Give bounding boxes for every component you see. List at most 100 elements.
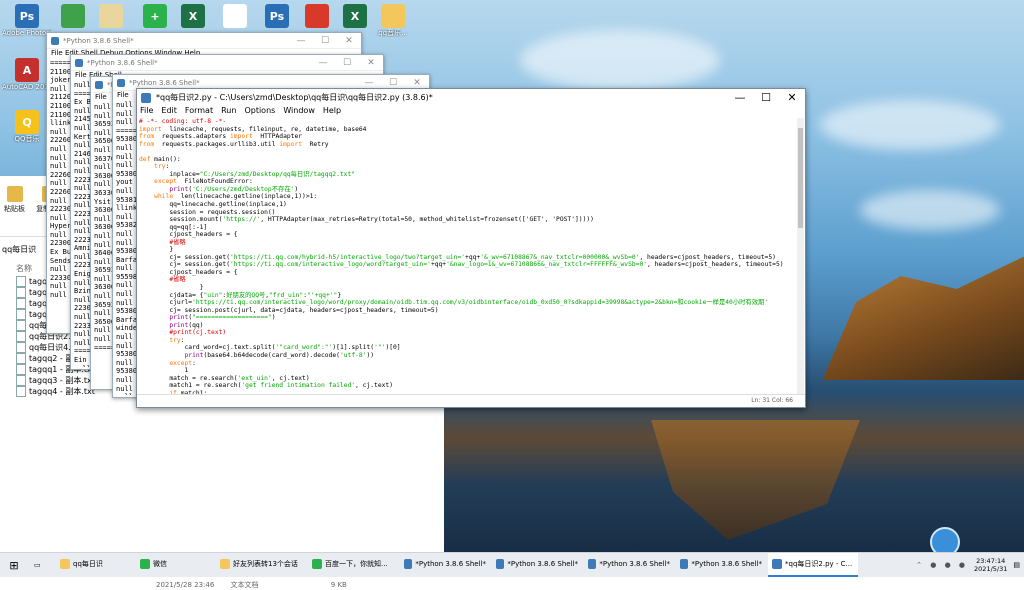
file-name: tagqq3 - 副本.txt	[29, 376, 95, 385]
shell-title: *Python 3.8.6 Shell*	[63, 36, 134, 45]
code-token: match1 = re.search(	[139, 382, 242, 390]
code-line: while len(linecache.getline(inplace,1))>…	[139, 193, 795, 201]
code-token: , HTTPAdapter(max_retries=Retry(total=50…	[260, 216, 594, 224]
folder-icon[interactable]: qq音乐...	[368, 4, 418, 37]
menu-item-format[interactable]: Format	[185, 106, 213, 118]
minimize-icon[interactable]: —	[311, 58, 335, 68]
taskbar-app-label: qq每日识	[73, 560, 103, 568]
code-token: }	[139, 246, 174, 254]
close-icon[interactable]: ✕	[337, 36, 361, 46]
code-area[interactable]: # -*- coding: utf-8 -*- import linecache,…	[139, 118, 795, 394]
editor-titlebar[interactable]: *qq每日识2.py - C:\Users\zmd\Desktop\qq每日识\…	[137, 89, 805, 106]
menu-item-window[interactable]: Window	[283, 106, 315, 118]
app-icon	[496, 559, 505, 569]
taskbar-app-button[interactable]: *Python 3.8.6 Shell*	[400, 553, 490, 575]
notification-icon[interactable]: ▤	[1013, 561, 1020, 569]
taskbar-app-button[interactable]: qq每日识	[56, 553, 134, 575]
code-token: cj= session.get(	[139, 261, 230, 269]
shell-titlebar[interactable]: *Python 3.8.6 Shell* —☐✕	[71, 55, 383, 71]
code-token: session = requests.session()	[139, 208, 276, 216]
code-token: from	[139, 133, 155, 141]
code-token: cjurl=	[139, 299, 193, 307]
code-line: }	[139, 246, 795, 254]
code-token: while	[154, 193, 174, 201]
app-icon-3-glyph: +	[143, 4, 167, 28]
taskbar-app-button[interactable]: *Python 3.8.6 Shell*	[676, 553, 766, 575]
explorer-path[interactable]: qq每日识	[2, 244, 36, 255]
clock[interactable]: 23:47:14 2021/5/31	[974, 557, 1007, 573]
menu-item-edit[interactable]: Edit	[161, 106, 177, 118]
taskbar-app-button[interactable]: 好友列表转13个会话	[216, 553, 306, 575]
taskbar-app-label: *Python 3.8.6 Shell*	[415, 560, 486, 568]
app-icon-1-glyph	[61, 4, 85, 28]
maximize-icon[interactable]: ☐	[753, 91, 779, 104]
code-token: :	[165, 163, 170, 171]
qq-icon[interactable]: Q QQ音乐	[2, 110, 52, 143]
maximize-icon[interactable]: ☐	[381, 78, 405, 88]
task-view-button[interactable]: ▭	[30, 554, 54, 576]
shell-title: *Python 3.8.6 Shell*	[87, 58, 158, 67]
minimize-icon[interactable]: —	[727, 91, 753, 104]
code-token: 'https://ti.qq.com/interactive_logo/word…	[230, 261, 431, 269]
code-line: match1 = re.search('get friend intimatio…	[139, 382, 795, 390]
taskbar-app-button[interactable]: *qq每日识2.py - C...	[768, 553, 858, 577]
qq-icon-glyph: Q	[15, 110, 39, 134]
excel-icon-2-glyph: X	[343, 4, 367, 28]
file-row[interactable]: tagqq3 - 副本.txt	[16, 375, 95, 386]
autocad-icon-glyph: A	[15, 58, 39, 82]
tray-icons[interactable]: ⌃ ● ● ●	[916, 561, 968, 569]
editor-window[interactable]: *qq每日识2.py - C:\Users\zmd\Desktop\qq每日识\…	[136, 88, 806, 408]
wallpaper-reflection	[651, 420, 860, 540]
taskbar-app-button[interactable]: 百度一下，你就知...	[308, 553, 398, 575]
code-token: requests.adapters	[154, 133, 230, 141]
scrollbar-thumb[interactable]	[798, 128, 803, 228]
code-token: , headers=cjpost_headers, timeout=5)	[639, 253, 776, 261]
file-icon	[16, 309, 26, 320]
vertical-scrollbar[interactable]	[797, 118, 804, 394]
start-button[interactable]: ⊞	[0, 554, 28, 576]
photoshop-icon[interactable]: PsAdobe Photosh...	[2, 4, 52, 37]
maximize-icon[interactable]: ☐	[335, 58, 359, 68]
taskbar-app-button[interactable]: *Python 3.8.6 Shell*	[584, 553, 674, 575]
python-icon	[51, 36, 59, 45]
close-icon[interactable]: ✕	[405, 78, 429, 88]
autocad-icon[interactable]: AAutoCAD 2010 - Si...	[2, 58, 52, 91]
taskbar-app-button[interactable]: 微信	[136, 553, 214, 575]
close-icon[interactable]: ✕	[359, 58, 383, 68]
code-token: , cj.text)	[355, 382, 394, 390]
maximize-icon[interactable]: ☐	[313, 36, 337, 46]
close-icon[interactable]: ✕	[779, 91, 805, 104]
taskbar-app-button[interactable]: *Python 3.8.6 Shell*	[492, 553, 582, 575]
file-row[interactable]: tagqq4 - 副本.txt	[16, 386, 95, 397]
code-line: #print(cj.text)	[139, 329, 795, 337]
minimize-icon[interactable]: —	[357, 78, 381, 88]
code-token: try	[154, 163, 166, 171]
menu-item-options[interactable]: Options	[244, 106, 275, 118]
taskbar-app-label: 好友列表转13个会话	[233, 560, 298, 568]
code-line: from requests.packages.urllib3.util impo…	[139, 141, 795, 149]
taskbar-apps: qq每日识 微信 好友列表转13个会话 百度一下，你就知... *Python 3.8.…	[56, 553, 860, 577]
paste-button[interactable]: 粘贴板	[4, 186, 25, 214]
menu-item-run[interactable]: Run	[221, 106, 236, 118]
menu-item-file[interactable]: File	[140, 106, 153, 118]
app-icon	[312, 559, 322, 569]
minimize-icon[interactable]: —	[289, 36, 313, 46]
desktop-icon-label: AutoCAD 2010 - Si...	[2, 83, 52, 91]
code-token: match = re.search(	[139, 374, 238, 382]
code-token: #省略	[169, 238, 186, 246]
code-token: 'C:/Users/zmd/Desktop不存在'	[192, 185, 295, 193]
app-icon-2[interactable]	[86, 4, 136, 29]
code-token: except	[169, 359, 193, 367]
code-token: import	[230, 133, 253, 141]
code-token: 'get friend intimation failed'	[241, 382, 356, 390]
column-header-name[interactable]: 名称	[16, 263, 32, 274]
menu-item-help[interactable]: Help	[323, 106, 341, 118]
code-line: #省略	[139, 239, 795, 247]
code-token: import	[139, 125, 162, 133]
code-line: 1	[139, 367, 795, 375]
shell-titlebar[interactable]: *Python 3.8.6 Shell* —☐✕	[47, 33, 361, 49]
taskbar-app-label: 微信	[153, 560, 167, 568]
